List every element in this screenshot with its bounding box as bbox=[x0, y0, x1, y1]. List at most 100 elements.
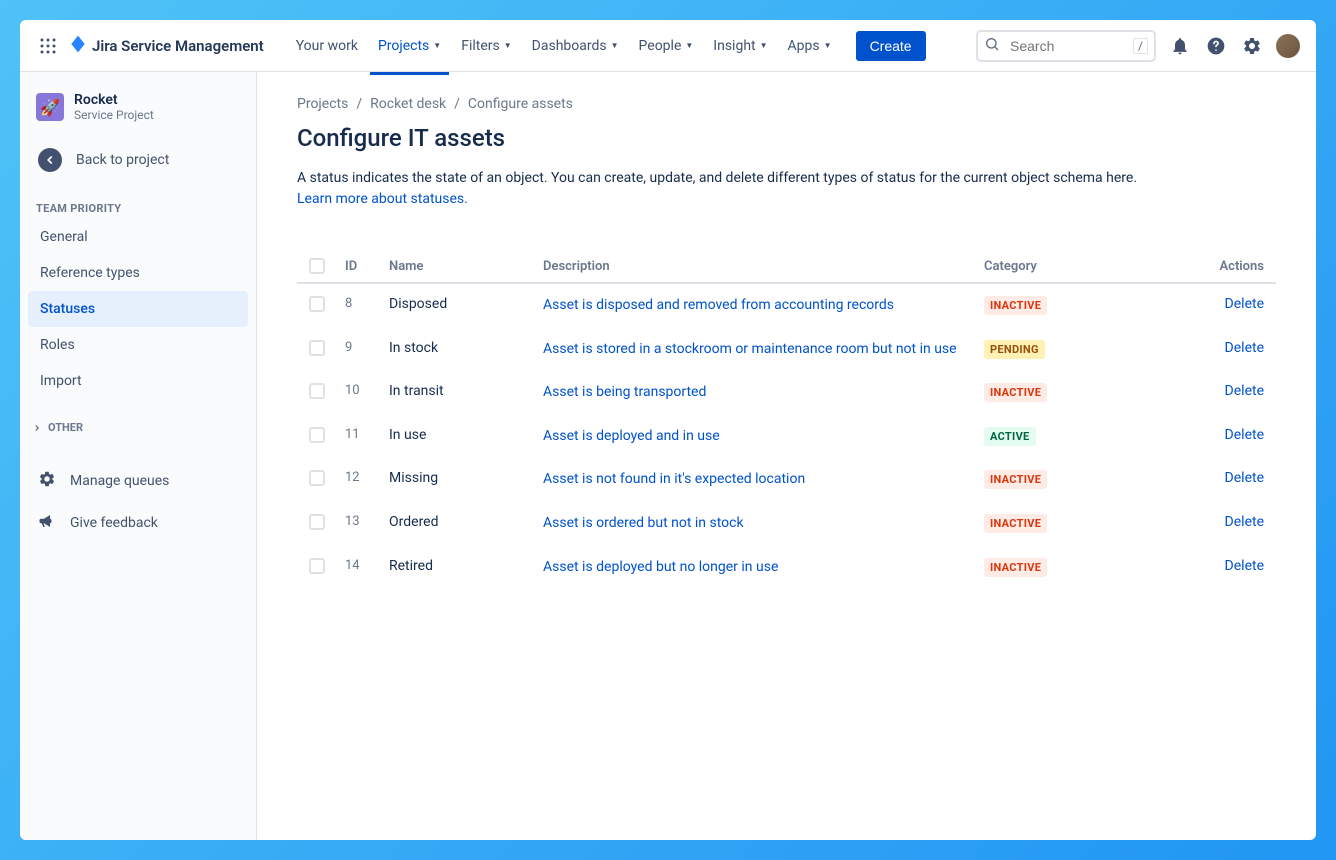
project-header: 🚀 Rocket Service Project bbox=[28, 92, 248, 138]
learn-more-link[interactable]: Learn more about statuses. bbox=[297, 191, 468, 207]
nav-link-apps[interactable]: Apps▼ bbox=[780, 32, 840, 60]
header-actions: Actions bbox=[1194, 259, 1264, 274]
row-description-link[interactable]: Asset is deployed and in use bbox=[543, 428, 720, 444]
row-checkbox[interactable] bbox=[309, 470, 325, 486]
jira-icon bbox=[68, 34, 88, 58]
chevron-down-icon: ▼ bbox=[760, 41, 768, 50]
status-badge: ACTIVE bbox=[984, 427, 1036, 446]
back-arrow-icon bbox=[38, 148, 62, 172]
breadcrumb-configure-assets[interactable]: Configure assets bbox=[468, 96, 573, 112]
megaphone-icon bbox=[38, 512, 56, 534]
table-row: 8 Disposed Asset is disposed and removed… bbox=[297, 284, 1276, 328]
status-badge: INACTIVE bbox=[984, 383, 1047, 402]
row-checkbox[interactable] bbox=[309, 427, 325, 443]
gear-icon bbox=[38, 470, 56, 492]
sidebar-item-general[interactable]: General bbox=[28, 219, 248, 255]
delete-link[interactable]: Delete bbox=[1225, 340, 1264, 356]
topbar-right: / bbox=[976, 30, 1300, 62]
breadcrumb-rocket-desk[interactable]: Rocket desk bbox=[370, 96, 446, 112]
delete-link[interactable]: Delete bbox=[1225, 558, 1264, 574]
delete-link[interactable]: Delete bbox=[1225, 514, 1264, 530]
project-name: Rocket bbox=[74, 92, 154, 108]
status-badge: INACTIVE bbox=[984, 514, 1047, 533]
sidebar-item-roles[interactable]: Roles bbox=[28, 327, 248, 363]
sidebar-item-import[interactable]: Import bbox=[28, 363, 248, 399]
delete-link[interactable]: Delete bbox=[1225, 296, 1264, 312]
create-button[interactable]: Create bbox=[856, 31, 926, 61]
row-name: Missing bbox=[389, 470, 535, 486]
sidebar-other-toggle[interactable]: OTHER bbox=[28, 411, 248, 444]
project-icon: 🚀 bbox=[36, 93, 64, 121]
breadcrumb-projects[interactable]: Projects bbox=[297, 96, 348, 112]
row-checkbox[interactable] bbox=[309, 383, 325, 399]
row-name: Retired bbox=[389, 558, 535, 574]
chevron-down-icon: ▼ bbox=[685, 41, 693, 50]
delete-link[interactable]: Delete bbox=[1225, 383, 1264, 399]
row-name: In use bbox=[389, 427, 535, 443]
row-checkbox[interactable] bbox=[309, 340, 325, 356]
nav-link-your-work[interactable]: Your work bbox=[288, 32, 366, 60]
header-id[interactable]: ID bbox=[345, 259, 389, 274]
notifications-icon[interactable] bbox=[1168, 34, 1192, 58]
page-title: Configure IT assets bbox=[297, 124, 1276, 152]
row-name: In stock bbox=[389, 340, 535, 356]
breadcrumb-separator: / bbox=[454, 96, 460, 112]
header-name[interactable]: Name bbox=[389, 259, 535, 274]
nav-link-dashboards[interactable]: Dashboards▼ bbox=[524, 32, 627, 60]
row-checkbox[interactable] bbox=[309, 296, 325, 312]
status-badge: INACTIVE bbox=[984, 296, 1047, 315]
app-window: Jira Service Management Your workProject… bbox=[20, 20, 1316, 840]
row-id: 8 bbox=[345, 296, 389, 311]
search-input[interactable] bbox=[976, 30, 1156, 62]
sidebar-item-reference-types[interactable]: Reference types bbox=[28, 255, 248, 291]
breadcrumb: Projects / Rocket desk / Configure assets bbox=[297, 96, 1276, 112]
chevron-right-icon bbox=[32, 423, 42, 433]
sidebar-item-statuses[interactable]: Statuses bbox=[28, 291, 248, 327]
row-name: In transit bbox=[389, 383, 535, 399]
back-label: Back to project bbox=[76, 152, 169, 168]
main-content: Projects / Rocket desk / Configure assets Co… bbox=[257, 72, 1316, 840]
body: 🚀 Rocket Service Project Back to project… bbox=[20, 72, 1316, 840]
delete-link[interactable]: Delete bbox=[1225, 427, 1264, 443]
back-to-project-link[interactable]: Back to project bbox=[28, 138, 248, 182]
row-checkbox[interactable] bbox=[309, 514, 325, 530]
row-checkbox[interactable] bbox=[309, 558, 325, 574]
nav-link-filters[interactable]: Filters▼ bbox=[453, 32, 519, 60]
nav-link-projects[interactable]: Projects▼ bbox=[370, 32, 449, 60]
status-badge: PENDING bbox=[984, 340, 1045, 359]
row-description-link[interactable]: Asset is not found in it's expected loca… bbox=[543, 471, 805, 487]
nav-link-people[interactable]: People▼ bbox=[631, 32, 702, 60]
search-icon bbox=[984, 36, 1000, 56]
delete-link[interactable]: Delete bbox=[1225, 470, 1264, 486]
table-row: 11 In use Asset is deployed and in use A… bbox=[297, 415, 1276, 459]
header-category[interactable]: Category bbox=[984, 259, 1194, 274]
table-row: 9 In stock Asset is stored in a stockroo… bbox=[297, 328, 1276, 372]
chevron-down-icon: ▼ bbox=[504, 41, 512, 50]
row-id: 14 bbox=[345, 558, 389, 573]
row-description-link[interactable]: Asset is disposed and removed from accou… bbox=[543, 297, 894, 313]
row-id: 12 bbox=[345, 470, 389, 485]
table-row: 14 Retired Asset is deployed but no long… bbox=[297, 546, 1276, 590]
breadcrumb-separator: / bbox=[356, 96, 362, 112]
status-badge: INACTIVE bbox=[984, 470, 1047, 489]
help-icon[interactable] bbox=[1204, 34, 1228, 58]
row-description-link[interactable]: Asset is being transported bbox=[543, 384, 706, 400]
settings-icon[interactable] bbox=[1240, 34, 1264, 58]
avatar[interactable] bbox=[1276, 34, 1300, 58]
chevron-down-icon: ▼ bbox=[824, 41, 832, 50]
row-id: 10 bbox=[345, 383, 389, 398]
row-id: 9 bbox=[345, 340, 389, 355]
logo[interactable]: Jira Service Management bbox=[68, 34, 264, 58]
row-description-link[interactable]: Asset is ordered but not in stock bbox=[543, 515, 744, 531]
row-description-link[interactable]: Asset is deployed but no longer in use bbox=[543, 559, 778, 575]
header-description[interactable]: Description bbox=[535, 259, 984, 274]
sidebar-footer-manage-queues[interactable]: Manage queues bbox=[28, 460, 248, 502]
sidebar-section-label: TEAM PRIORITY bbox=[28, 194, 248, 219]
row-description-link[interactable]: Asset is stored in a stockroom or mainte… bbox=[543, 341, 957, 357]
nav-link-insight[interactable]: Insight▼ bbox=[705, 32, 775, 60]
sidebar-footer-give-feedback[interactable]: Give feedback bbox=[28, 502, 248, 544]
row-name: Disposed bbox=[389, 296, 535, 312]
app-switcher-icon[interactable] bbox=[36, 34, 60, 58]
status-badge: INACTIVE bbox=[984, 558, 1047, 577]
select-all-checkbox[interactable] bbox=[309, 258, 325, 274]
